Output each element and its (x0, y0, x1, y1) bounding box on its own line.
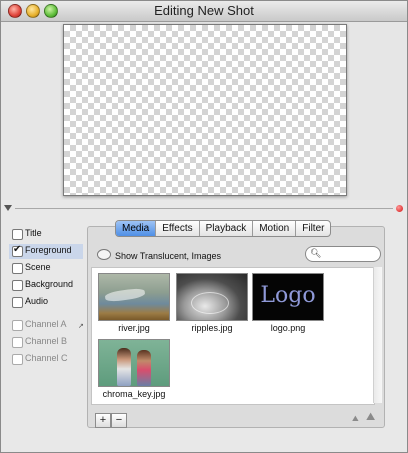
large-thumbnails-icon[interactable]: ⛰ (366, 411, 375, 424)
record-indicator-icon (396, 205, 403, 212)
layer-label: Channel A (25, 319, 67, 329)
remove-media-button[interactable]: − (111, 413, 127, 428)
layer-label: Background (25, 279, 74, 289)
media-thumbnail[interactable] (98, 273, 170, 321)
divider-line (15, 208, 393, 209)
media-item-logo[interactable]: Logo logo.png (252, 273, 324, 333)
tab-motion[interactable]: Motion (252, 221, 295, 236)
media-caption: logo.png (270, 323, 306, 333)
checkbox-channel-b[interactable] (12, 337, 23, 348)
checkbox-channel-c[interactable] (12, 354, 23, 365)
layer-label: Audio (25, 296, 49, 306)
panel-divider[interactable] (1, 201, 407, 215)
tab-bar: Media Effects Playback Motion Filter (115, 220, 332, 237)
preview-canvas[interactable] (63, 24, 347, 196)
editing-window: Editing New Shot Title Foreground Scene … (0, 0, 408, 453)
layer-background[interactable]: Background (9, 278, 83, 293)
media-item-river[interactable]: river.jpg (98, 273, 170, 333)
person-figure (137, 350, 151, 386)
title-bar[interactable]: Editing New Shot (1, 1, 407, 22)
disclosure-triangle-icon[interactable] (4, 205, 12, 211)
tab-playback[interactable]: Playback (198, 221, 253, 236)
layer-label: Title (25, 228, 42, 238)
logo-thumbnail-text: Logo (260, 283, 316, 308)
media-thumbnail[interactable] (98, 339, 170, 387)
show-translucent-toggle[interactable]: Show Translucent, Images (97, 249, 221, 261)
window-title: Editing New Shot (154, 3, 254, 18)
tab-filter[interactable]: Filter (295, 221, 330, 236)
layer-channel-a[interactable]: Channel A (9, 318, 83, 333)
media-caption: river.jpg (118, 323, 150, 333)
media-item-chroma-key[interactable]: chroma_key.jpg (98, 339, 170, 399)
media-thumbnail[interactable] (176, 273, 248, 321)
media-browser[interactable]: river.jpg ripples.jpg Logo logo.png chro… (91, 267, 375, 405)
layer-label: Foreground (25, 245, 72, 255)
checkbox-background[interactable] (12, 280, 23, 291)
layer-title[interactable]: Title (9, 227, 83, 242)
checkbox-title[interactable] (12, 229, 23, 240)
media-scrollbar[interactable] (373, 267, 382, 403)
layer-channel-b[interactable]: Channel B (9, 335, 83, 350)
checkbox-foreground[interactable] (12, 244, 23, 257)
preview-area (1, 22, 407, 200)
layer-scene[interactable]: Scene (9, 261, 83, 276)
media-item-ripples[interactable]: ripples.jpg (176, 273, 248, 333)
media-caption: chroma_key.jpg (102, 389, 166, 399)
layer-label: Channel C (25, 353, 68, 363)
checkbox-audio[interactable] (12, 297, 23, 308)
media-caption: ripples.jpg (191, 323, 233, 333)
speech-bubble-icon (97, 249, 111, 260)
search-field[interactable]: 🔍︎ (305, 246, 381, 262)
layer-channel-c[interactable]: Channel C (9, 352, 83, 367)
layer-foreground[interactable]: Foreground (9, 244, 83, 259)
layer-label: Scene (25, 262, 51, 272)
media-thumbnail[interactable]: Logo (252, 273, 324, 321)
layer-audio[interactable]: Audio (9, 295, 83, 310)
checkbox-channel-a[interactable] (12, 320, 23, 331)
add-media-button[interactable]: + (95, 413, 111, 428)
arrow-icon: ↗ (78, 323, 84, 330)
layer-label: Channel B (25, 336, 68, 346)
small-thumbnails-icon[interactable]: ⛰ (352, 414, 359, 424)
translucent-label: Show Translucent, Images (115, 251, 222, 261)
tab-media[interactable]: Media (116, 221, 156, 236)
checkbox-scene[interactable] (12, 263, 23, 274)
person-figure (117, 348, 131, 386)
tab-effects[interactable]: Effects (155, 221, 198, 236)
search-icon: 🔍︎ (310, 248, 322, 258)
